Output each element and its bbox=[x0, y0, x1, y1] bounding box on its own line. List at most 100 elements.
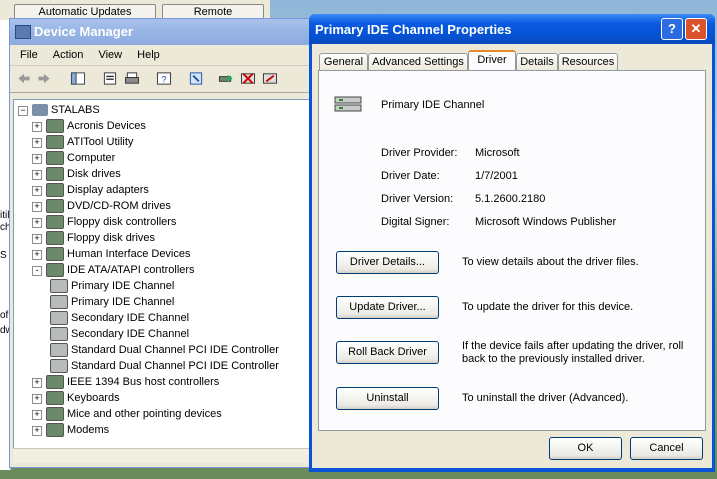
tree-category[interactable]: + Modems bbox=[32, 422, 109, 438]
tree-device[interactable]: Secondary IDE Channel bbox=[50, 326, 189, 342]
tree-category[interactable]: + Display adapters bbox=[32, 182, 149, 198]
device-icon bbox=[46, 407, 64, 422]
expand-toggle[interactable]: + bbox=[32, 426, 42, 436]
expand-toggle[interactable]: + bbox=[32, 234, 42, 244]
tree-item-label: Secondary IDE Channel bbox=[71, 328, 190, 340]
device-icon bbox=[46, 231, 64, 246]
ok-button[interactable]: OK bbox=[549, 437, 622, 460]
tree-item-label: IEEE 1394 Bus host controllers bbox=[67, 376, 220, 388]
tree-category[interactable]: + Computer bbox=[32, 150, 115, 166]
tree-item-label: Floppy disk controllers bbox=[67, 216, 177, 228]
tree-category[interactable]: + Floppy disk drives bbox=[32, 230, 155, 246]
menu-view[interactable]: View bbox=[98, 49, 122, 61]
tree-category[interactable]: + IEEE 1394 Bus host controllers bbox=[32, 374, 219, 390]
dialog-titlebar[interactable]: Primary IDE Channel Properties ? ✕ bbox=[309, 14, 715, 44]
update-driver-icon[interactable] bbox=[218, 71, 234, 86]
expand-toggle[interactable]: + bbox=[32, 154, 42, 164]
expand-toggle[interactable]: + bbox=[32, 202, 42, 212]
window-title: Device Manager bbox=[34, 24, 133, 39]
expand-toggle[interactable]: + bbox=[32, 186, 42, 196]
tree-item-label: Modems bbox=[67, 424, 110, 436]
expand-toggle[interactable]: + bbox=[32, 218, 42, 228]
tree-item-label: Computer bbox=[67, 152, 116, 164]
tree-device[interactable]: Primary IDE Channel bbox=[50, 294, 174, 310]
horizontal-scrollbar[interactable] bbox=[13, 448, 309, 463]
scan-hardware-icon[interactable] bbox=[188, 71, 204, 86]
driver-date-label: Driver Date: bbox=[381, 170, 440, 182]
properties-dialog: Primary IDE Channel Properties ? ✕ Gener… bbox=[309, 14, 715, 472]
device-icon bbox=[50, 327, 68, 342]
menu-action[interactable]: Action bbox=[53, 49, 84, 61]
uninstall-icon[interactable] bbox=[262, 71, 278, 86]
help-button[interactable]: ? bbox=[661, 18, 683, 40]
device-icon bbox=[46, 263, 64, 278]
print-icon[interactable] bbox=[124, 71, 140, 86]
tree-item-label: IDE ATA/ATAPI controllers bbox=[67, 264, 195, 276]
tree-item-label: ATITool Utility bbox=[67, 136, 134, 148]
tab-resources[interactable]: Resources bbox=[558, 53, 618, 71]
tree-category[interactable]: + Disk drives bbox=[32, 166, 121, 182]
roll-back-driver-description: If the device fails after updating the d… bbox=[462, 340, 684, 365]
driver-date-value: 1/7/2001 bbox=[475, 170, 518, 182]
device-icon bbox=[46, 215, 64, 230]
expand-toggle[interactable]: + bbox=[32, 170, 42, 180]
device-icon bbox=[46, 135, 64, 150]
tree-category[interactable]: + DVD/CD-ROM drives bbox=[32, 198, 171, 214]
tree-device[interactable]: Standard Dual Channel PCI IDE Controller bbox=[50, 358, 279, 374]
expand-toggle[interactable]: + bbox=[32, 138, 42, 148]
tree-category[interactable]: + ATITool Utility bbox=[32, 134, 133, 150]
device-icon bbox=[46, 391, 64, 406]
device-icon bbox=[46, 151, 64, 166]
expand-toggle[interactable]: + bbox=[32, 122, 42, 132]
collapse-toggle[interactable]: - bbox=[32, 266, 42, 276]
collapse-toggle[interactable]: − bbox=[18, 106, 28, 116]
forward-arrow-icon[interactable] bbox=[36, 71, 52, 86]
expand-toggle[interactable]: + bbox=[32, 378, 42, 388]
device-icon bbox=[46, 199, 64, 214]
help-icon[interactable]: ? bbox=[156, 71, 172, 86]
tree-category[interactable]: + Mice and other pointing devices bbox=[32, 406, 222, 422]
tree-category[interactable]: + Acronis Devices bbox=[32, 118, 146, 134]
driver-details-button[interactable]: Driver Details... bbox=[336, 251, 439, 274]
ide-channel-icon bbox=[334, 96, 362, 112]
device-icon bbox=[46, 183, 64, 198]
tab-general[interactable]: General bbox=[319, 53, 368, 71]
device-icon bbox=[46, 375, 64, 390]
tree-item-label: Secondary IDE Channel bbox=[71, 312, 190, 324]
tab-advanced-settings[interactable]: Advanced Settings bbox=[368, 53, 468, 71]
svg-text:?: ? bbox=[161, 74, 166, 84]
toolbar: ? bbox=[10, 66, 330, 93]
device-icon bbox=[50, 279, 68, 294]
tree-item-label: Acronis Devices bbox=[67, 120, 146, 132]
roll-back-driver-button[interactable]: Roll Back Driver bbox=[336, 341, 439, 364]
tree-category[interactable]: + Human Interface Devices bbox=[32, 246, 191, 262]
tree-item-label: Keyboards bbox=[67, 392, 120, 404]
tree-category[interactable]: + Floppy disk controllers bbox=[32, 214, 176, 230]
tree-root-label: STALABS bbox=[51, 104, 100, 116]
device-icon bbox=[46, 247, 64, 262]
uninstall-button[interactable]: Uninstall bbox=[336, 387, 439, 410]
tab-details[interactable]: Details bbox=[516, 53, 558, 71]
tree-device[interactable]: Primary IDE Channel bbox=[50, 278, 174, 294]
back-arrow-icon[interactable] bbox=[16, 71, 32, 86]
properties-icon[interactable] bbox=[102, 71, 118, 86]
expand-toggle[interactable]: + bbox=[32, 250, 42, 260]
tree-category[interactable]: + Keyboards bbox=[32, 390, 120, 406]
tree-device[interactable]: Secondary IDE Channel bbox=[50, 310, 189, 326]
cancel-button[interactable]: Cancel bbox=[630, 437, 703, 460]
bg-fragment: S bbox=[0, 250, 7, 261]
driver-version-value: 5.1.2600.2180 bbox=[475, 193, 546, 205]
show-hide-console-tree-icon[interactable] bbox=[70, 71, 86, 86]
tree-device[interactable]: Standard Dual Channel PCI IDE Controller bbox=[50, 342, 279, 358]
tree-item-label: Mice and other pointing devices bbox=[67, 408, 222, 420]
menu-help[interactable]: Help bbox=[137, 49, 160, 61]
menu-file[interactable]: File bbox=[20, 49, 38, 61]
disable-device-icon[interactable] bbox=[240, 71, 256, 86]
tree-root[interactable]: − STALABS bbox=[16, 102, 100, 118]
close-button[interactable]: ✕ bbox=[685, 18, 707, 40]
expand-toggle[interactable]: + bbox=[32, 410, 42, 420]
device-manager-titlebar[interactable]: Device Manager bbox=[10, 19, 330, 45]
update-driver-button[interactable]: Update Driver... bbox=[336, 296, 439, 319]
tree-category[interactable]: - IDE ATA/ATAPI controllers bbox=[32, 262, 195, 278]
expand-toggle[interactable]: + bbox=[32, 394, 42, 404]
